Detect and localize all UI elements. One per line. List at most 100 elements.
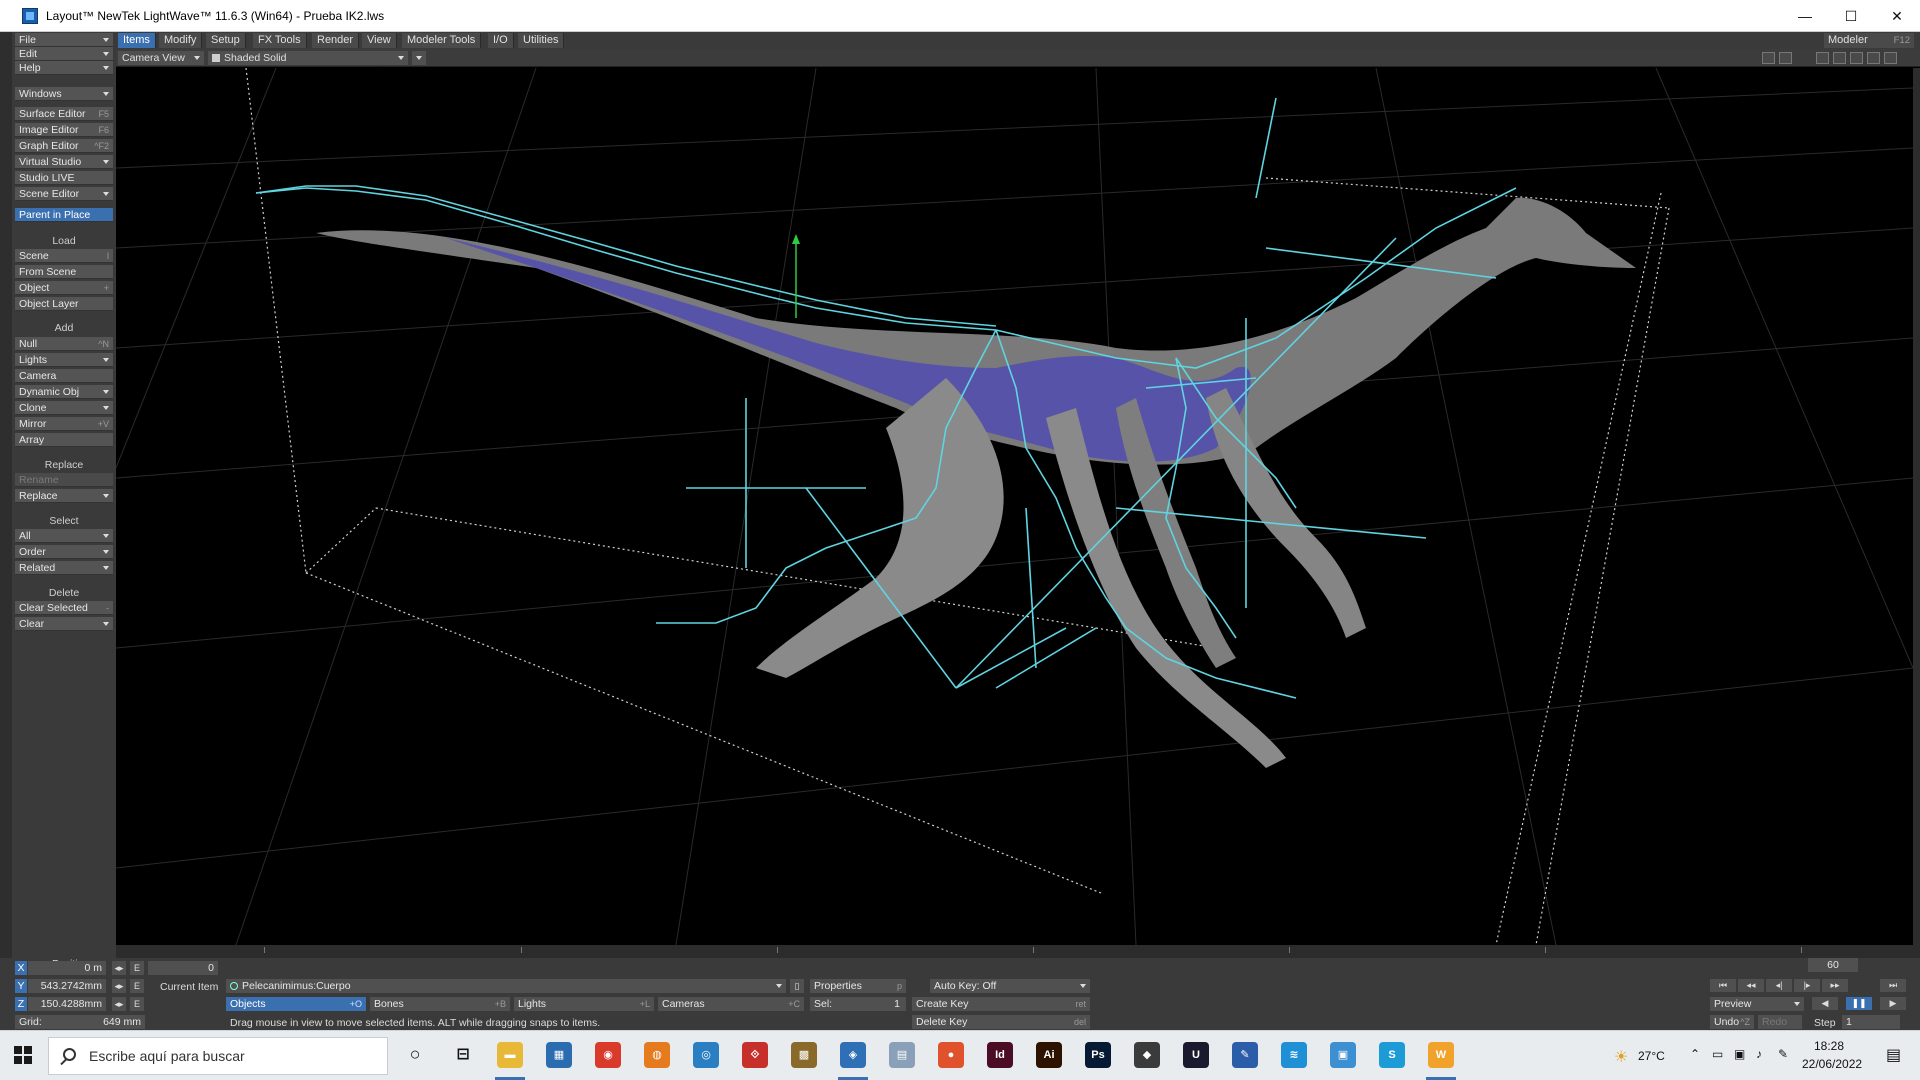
bones-filter-button[interactable]: Bones +B bbox=[370, 997, 510, 1011]
file-explorer-icon[interactable]: ▬ bbox=[497, 1042, 523, 1068]
help-menu[interactable]: Help bbox=[15, 61, 113, 75]
clock-time[interactable]: 18:28 bbox=[1814, 1039, 1844, 1053]
undo-button[interactable]: Undo ^Z bbox=[1710, 1015, 1754, 1029]
file-menu[interactable]: File bbox=[15, 33, 113, 47]
clone-menu[interactable]: Clone bbox=[15, 401, 113, 415]
x-envelope-button[interactable]: E bbox=[130, 961, 144, 975]
task-view-icon[interactable]: ⊟ bbox=[450, 1042, 476, 1068]
scene-editor-menu[interactable]: Scene Editor bbox=[15, 187, 113, 201]
clear-menu[interactable]: Clear bbox=[15, 617, 113, 631]
view-type-select[interactable]: Camera View bbox=[118, 51, 204, 65]
redo-button[interactable]: Redo bbox=[1758, 1015, 1802, 1029]
z-drag-icon[interactable]: ◂▸ bbox=[112, 997, 126, 1011]
move-gizmo[interactable] bbox=[792, 234, 800, 318]
properties-button[interactable]: Properties p bbox=[810, 979, 906, 993]
step-field[interactable]: 1 bbox=[1842, 1015, 1900, 1029]
firefox-icon[interactable]: ● bbox=[938, 1042, 964, 1068]
add-dynamic-obj-menu[interactable]: Dynamic Obj bbox=[15, 385, 113, 399]
select-all-menu[interactable]: All bbox=[15, 529, 113, 543]
viewer-icon[interactable]: ▤ bbox=[889, 1042, 915, 1068]
next-frame-icon[interactable]: |▸ bbox=[1794, 979, 1820, 992]
notifications-icon[interactable]: ▤ bbox=[1886, 1045, 1901, 1065]
maximize-button[interactable]: ☐ bbox=[1828, 0, 1874, 32]
photo-icon[interactable]: ▩ bbox=[791, 1042, 817, 1068]
clock-date[interactable]: 22/06/2022 bbox=[1802, 1057, 1862, 1071]
current-frame-field[interactable]: 0 bbox=[148, 961, 218, 975]
volume-icon[interactable]: ♪ bbox=[1756, 1047, 1762, 1061]
acrobat-icon[interactable]: ⟐ bbox=[742, 1042, 768, 1068]
move-view-icon[interactable] bbox=[1816, 52, 1829, 64]
pause-icon[interactable]: ❚❚ bbox=[1846, 997, 1872, 1010]
tab-fx-tools[interactable]: FX Tools bbox=[253, 33, 307, 48]
add-camera-button[interactable]: Camera bbox=[15, 369, 113, 383]
rotate-view-icon[interactable] bbox=[1833, 52, 1846, 64]
x-drag-icon[interactable]: ◂▸ bbox=[112, 961, 126, 975]
x-axis-button[interactable]: X bbox=[15, 961, 27, 975]
objects-filter-button[interactable]: Objects +O bbox=[226, 997, 366, 1011]
y-envelope-button[interactable]: E bbox=[130, 979, 144, 993]
viewport-list-icon[interactable] bbox=[1762, 52, 1775, 64]
shading-mode-select[interactable]: Shaded Solid bbox=[208, 51, 408, 65]
cortana-icon[interactable]: ○ bbox=[402, 1042, 428, 1068]
app-icon[interactable]: ▣ bbox=[1330, 1042, 1356, 1068]
modeler-button[interactable]: Modeler F12 bbox=[1824, 33, 1914, 48]
edit-menu[interactable]: Edit bbox=[15, 47, 113, 61]
item-properties-icon[interactable]: ▯ bbox=[790, 979, 804, 993]
previous-frame-icon[interactable]: ◂| bbox=[1766, 979, 1792, 992]
lightwave-icon[interactable]: ◈ bbox=[840, 1042, 866, 1068]
mirror-button[interactable]: Mirror +V bbox=[15, 417, 113, 431]
create-key-button[interactable]: Create Key ret bbox=[912, 997, 1090, 1011]
tool-icon[interactable]: ◆ bbox=[1134, 1042, 1160, 1068]
timeline-ruler[interactable] bbox=[116, 945, 1920, 959]
browser-icon[interactable]: ◎ bbox=[693, 1042, 719, 1068]
x-position-field[interactable]: 0 m bbox=[28, 961, 106, 975]
preview-menu[interactable]: Preview bbox=[1710, 997, 1804, 1011]
network-icon[interactable]: ▭ bbox=[1712, 1047, 1723, 1061]
go-to-end-icon[interactable]: ⏭ bbox=[1880, 979, 1906, 992]
load-from-scene-button[interactable]: From Scene bbox=[15, 265, 113, 279]
z-envelope-button[interactable]: E bbox=[130, 997, 144, 1011]
studio-live-button[interactable]: Studio LIVE bbox=[15, 171, 113, 185]
viewport-layout-icon[interactable] bbox=[1779, 52, 1792, 64]
delete-key-button[interactable]: Delete Key del bbox=[912, 1015, 1090, 1029]
minimize-button[interactable]: — bbox=[1782, 0, 1828, 32]
auto-key-select[interactable]: Auto Key: Off bbox=[930, 979, 1090, 993]
taskbar-search-input[interactable]: Escribe aquí para buscar bbox=[48, 1037, 388, 1075]
replace-menu[interactable]: Replace bbox=[15, 489, 113, 503]
cameras-filter-button[interactable]: Cameras +C bbox=[658, 997, 804, 1011]
indesign-icon[interactable]: Id bbox=[987, 1042, 1013, 1068]
add-lights-menu[interactable]: Lights bbox=[15, 353, 113, 367]
illustrator-icon[interactable]: Ai bbox=[1036, 1042, 1062, 1068]
tab-view[interactable]: View bbox=[362, 33, 397, 48]
add-null-button[interactable]: Null ^N bbox=[15, 337, 113, 351]
pan-view-icon[interactable] bbox=[1850, 52, 1863, 64]
lights-filter-button[interactable]: Lights +L bbox=[514, 997, 654, 1011]
parent-in-place-toggle[interactable]: Parent in Place bbox=[15, 208, 113, 222]
end-frame-field[interactable]: 60 bbox=[1808, 958, 1858, 972]
maximize-view-icon[interactable] bbox=[1884, 52, 1897, 64]
zoom-view-icon[interactable] bbox=[1867, 52, 1880, 64]
3d-viewport[interactable] bbox=[116, 68, 1913, 945]
select-related-menu[interactable]: Related bbox=[15, 561, 113, 575]
play-reverse-icon[interactable]: ◀ bbox=[1812, 997, 1838, 1010]
rename-button[interactable]: Rename bbox=[15, 473, 113, 487]
weather-temperature[interactable]: 27°C bbox=[1638, 1049, 1665, 1063]
calculator-icon[interactable]: ▦ bbox=[546, 1042, 572, 1068]
tab-setup[interactable]: Setup bbox=[206, 33, 246, 48]
previous-key-icon[interactable]: ◂◂ bbox=[1738, 979, 1764, 992]
array-button[interactable]: Array bbox=[15, 433, 113, 447]
pen-tray-icon[interactable]: ✎ bbox=[1778, 1047, 1788, 1061]
load-object-button[interactable]: Object + bbox=[15, 281, 113, 295]
next-key-icon[interactable]: ▸▸ bbox=[1822, 979, 1848, 992]
graph-editor-button[interactable]: Graph Editor ^F2 bbox=[15, 139, 113, 153]
tab-io[interactable]: I/O bbox=[488, 33, 514, 48]
dinosaur-model[interactable] bbox=[316, 197, 1636, 768]
tab-modify[interactable]: Modify bbox=[159, 33, 203, 48]
close-button[interactable]: ✕ bbox=[1874, 0, 1920, 32]
blender-icon[interactable]: ◍ bbox=[644, 1042, 670, 1068]
tab-utilities[interactable]: Utilities bbox=[518, 33, 565, 48]
clear-selected-button[interactable]: Clear Selected - bbox=[15, 601, 113, 615]
y-axis-button[interactable]: Y bbox=[15, 979, 27, 993]
chevron-up-icon[interactable]: ⌃ bbox=[1690, 1047, 1700, 1061]
virtual-studio-menu[interactable]: Virtual Studio bbox=[15, 155, 113, 169]
